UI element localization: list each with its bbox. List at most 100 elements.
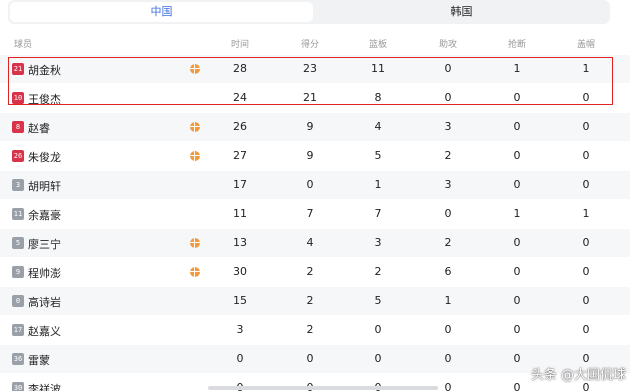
stat-steals: 0 [513, 178, 521, 191]
table-row[interactable]: 3 胡明轩 17 0 1 3 0 0 [0, 171, 630, 200]
tab-china[interactable]: 中国 [10, 2, 313, 22]
stat-points: 0 [306, 352, 314, 365]
stat-blocks: 0 [582, 149, 590, 162]
player-name[interactable]: 李祥波 [28, 381, 61, 391]
stat-assists: 0 [444, 352, 452, 365]
stat-rebounds: 4 [374, 120, 382, 133]
stat-steals: 0 [513, 91, 521, 104]
tab-korea[interactable]: 韩国 [315, 2, 608, 22]
player-name[interactable]: 朱俊龙 [28, 149, 61, 165]
stat-rebounds: 5 [374, 149, 382, 162]
player-name[interactable]: 高诗岩 [28, 294, 61, 310]
stat-assists: 3 [444, 120, 452, 133]
stat-points: 9 [306, 149, 314, 162]
player-name[interactable]: 余嘉豪 [28, 207, 61, 223]
stat-assists: 0 [444, 91, 452, 104]
basketball-icon [190, 64, 200, 74]
player-stats-table: 21 胡金秋 28 23 11 0 1 1 10 王俊杰 24 21 8 0 0 0 8 赵睿 26 9 4 3 0 0 26 朱… [0, 55, 630, 391]
player-name[interactable]: 廖三宁 [28, 236, 61, 252]
stat-blocks: 0 [582, 120, 590, 133]
jersey-number-badge: 3 [12, 179, 24, 191]
player-name[interactable]: 赵嘉义 [28, 323, 61, 339]
jersey-number-badge: 11 [12, 208, 24, 220]
table-row[interactable]: 9 程帅澎 30 2 2 6 0 0 [0, 258, 630, 287]
jersey-number-badge: 36 [12, 353, 24, 365]
stat-points: 21 [303, 91, 317, 104]
team-tabs: 中国 韩国 [8, 0, 610, 24]
stat-points: 2 [306, 294, 314, 307]
jersey-number-badge: 21 [12, 63, 24, 75]
stat-blocks: 0 [582, 91, 590, 104]
stat-time: 27 [233, 149, 247, 162]
player-name[interactable]: 雷蒙 [28, 352, 50, 368]
stat-time: 26 [233, 120, 247, 133]
table-row[interactable]: 8 赵睿 26 9 4 3 0 0 [0, 113, 630, 142]
stat-steals: 0 [513, 323, 521, 336]
stat-points: 23 [303, 62, 317, 75]
table-row[interactable]: 17 赵嘉义 3 2 0 0 0 0 [0, 316, 630, 345]
stat-rebounds: 5 [374, 294, 382, 307]
stat-points: 2 [306, 323, 314, 336]
stat-time: 11 [233, 207, 247, 220]
stat-steals: 0 [513, 149, 521, 162]
stat-blocks: 0 [582, 178, 590, 191]
stat-steals: 1 [513, 207, 521, 220]
column-header-blocks: 盖帽 [576, 40, 595, 50]
stat-assists: 0 [444, 207, 452, 220]
stat-steals: 1 [513, 62, 521, 75]
player-name[interactable]: 赵睿 [28, 120, 50, 136]
stat-time: 24 [233, 91, 247, 104]
table-row[interactable]: 10 王俊杰 24 21 8 0 0 0 [0, 84, 630, 113]
column-header-rebounds: 篮板 [368, 40, 387, 50]
stat-points: 7 [306, 207, 314, 220]
table-row[interactable]: 21 胡金秋 28 23 11 0 1 1 [0, 55, 630, 84]
stat-blocks: 1 [582, 62, 590, 75]
stat-assists: 0 [444, 62, 452, 75]
jersey-number-badge: 9 [12, 266, 24, 278]
stat-time: 30 [233, 265, 247, 278]
stat-points: 2 [306, 265, 314, 278]
basketball-icon [190, 151, 200, 161]
player-name[interactable]: 程帅澎 [28, 265, 61, 281]
stat-blocks: 1 [582, 207, 590, 220]
horizontal-scrollbar[interactable] [208, 386, 438, 390]
player-name[interactable]: 王俊杰 [28, 91, 61, 107]
table-row[interactable]: 0 高诗岩 15 2 5 1 0 0 [0, 287, 630, 316]
player-name[interactable]: 胡金秋 [28, 62, 61, 78]
stat-steals: 0 [513, 236, 521, 249]
stat-time: 17 [233, 178, 247, 191]
table-row[interactable]: 26 朱俊龙 27 9 5 2 0 0 [0, 142, 630, 171]
stat-steals: 0 [513, 120, 521, 133]
stat-time: 15 [233, 294, 247, 307]
stat-time: 13 [233, 236, 247, 249]
stat-rebounds: 1 [374, 178, 382, 191]
column-header-player: 球员 [14, 40, 33, 50]
jersey-number-badge: 0 [12, 295, 24, 307]
stat-blocks: 0 [582, 323, 590, 336]
jersey-number-badge: 5 [12, 237, 24, 249]
basketball-icon [190, 238, 200, 248]
basketball-icon [190, 122, 200, 132]
table-row[interactable]: 5 廖三宁 13 4 3 2 0 0 [0, 229, 630, 258]
jersey-number-badge: 10 [12, 92, 24, 104]
stat-assists: 1 [444, 294, 452, 307]
stat-points: 0 [306, 178, 314, 191]
table-row[interactable]: 11 余嘉豪 11 7 7 0 1 1 [0, 200, 630, 229]
stat-rebounds: 0 [374, 352, 382, 365]
column-header-steals: 抢断 [507, 40, 526, 50]
stat-assists: 2 [444, 236, 452, 249]
column-header-assists: 助攻 [438, 40, 457, 50]
stat-time: 3 [236, 323, 244, 336]
stat-assists: 0 [444, 323, 452, 336]
stat-assists: 6 [444, 265, 452, 278]
stat-rebounds: 2 [374, 265, 382, 278]
jersey-number-badge: 8 [12, 121, 24, 133]
jersey-number-badge: 26 [12, 150, 24, 162]
watermark: 头条 @大国侃球 [530, 368, 626, 383]
player-name[interactable]: 胡明轩 [28, 178, 61, 194]
stat-assists: 3 [444, 178, 452, 191]
jersey-number-badge: 17 [12, 324, 24, 336]
stat-blocks: 0 [582, 294, 590, 307]
stat-rebounds: 11 [371, 62, 385, 75]
stat-blocks: 0 [582, 236, 590, 249]
